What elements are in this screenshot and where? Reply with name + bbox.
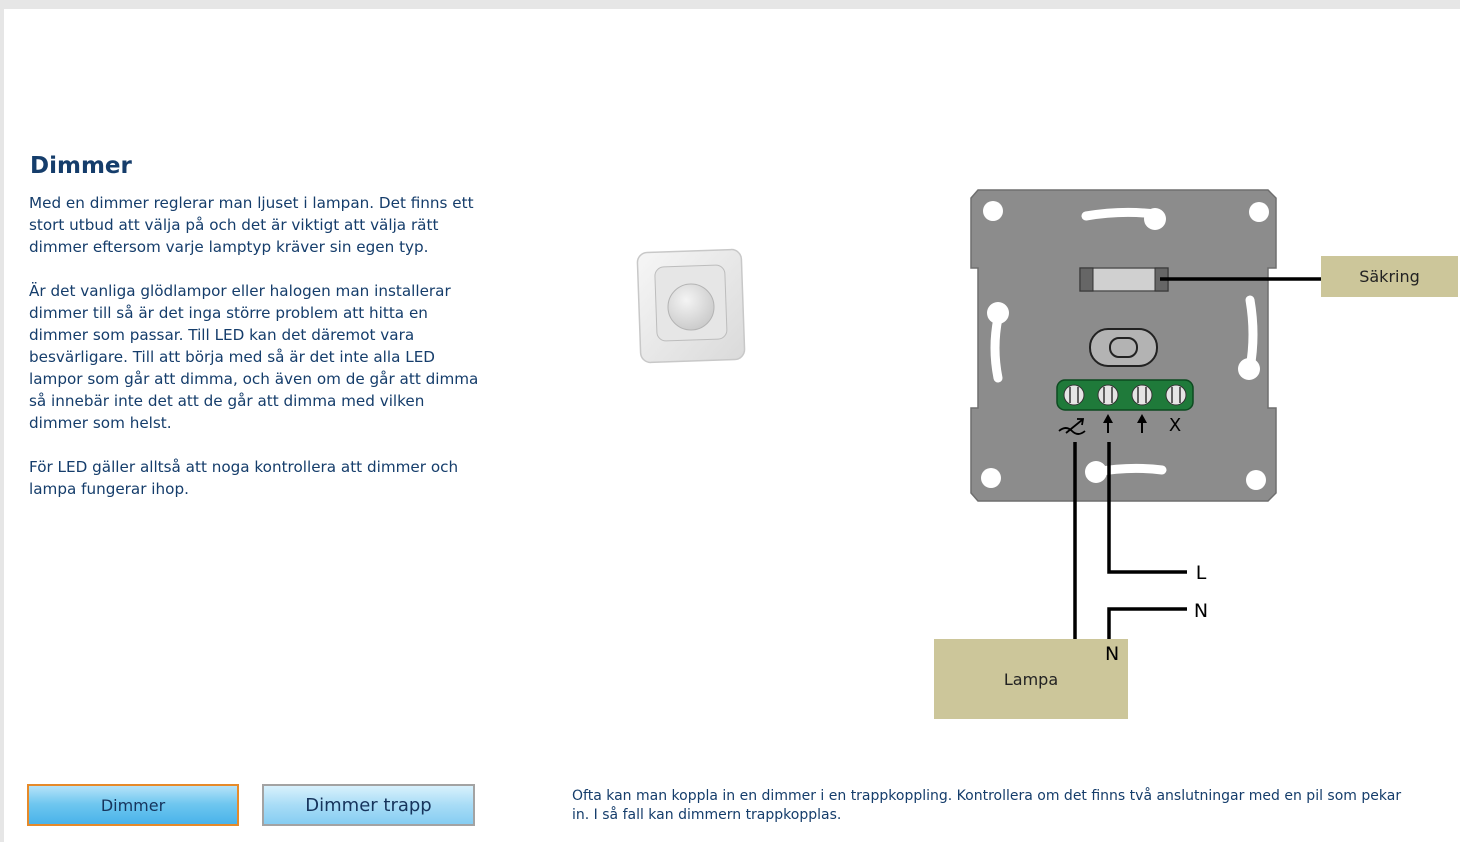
fuse-box-label: Säkring	[1321, 256, 1458, 297]
lamp-label: Lampa	[1003, 669, 1059, 689]
wiring-diagram: X L N	[970, 189, 1321, 639]
lamp-terminal-label: N	[1105, 643, 1120, 665]
lamp-box: Lampa N	[934, 639, 1128, 719]
footnote-text: Ofta kan man koppla in en dimmer i en tr…	[572, 788, 1402, 823]
dimmer-button[interactable]: Dimmer	[27, 784, 239, 826]
neutral-wire-label: N	[1194, 600, 1208, 622]
terminal-x-label: X	[1169, 415, 1181, 436]
live-wire-label: L	[1196, 562, 1207, 584]
dimmer-trapp-button[interactable]: Dimmer trapp	[262, 784, 475, 826]
